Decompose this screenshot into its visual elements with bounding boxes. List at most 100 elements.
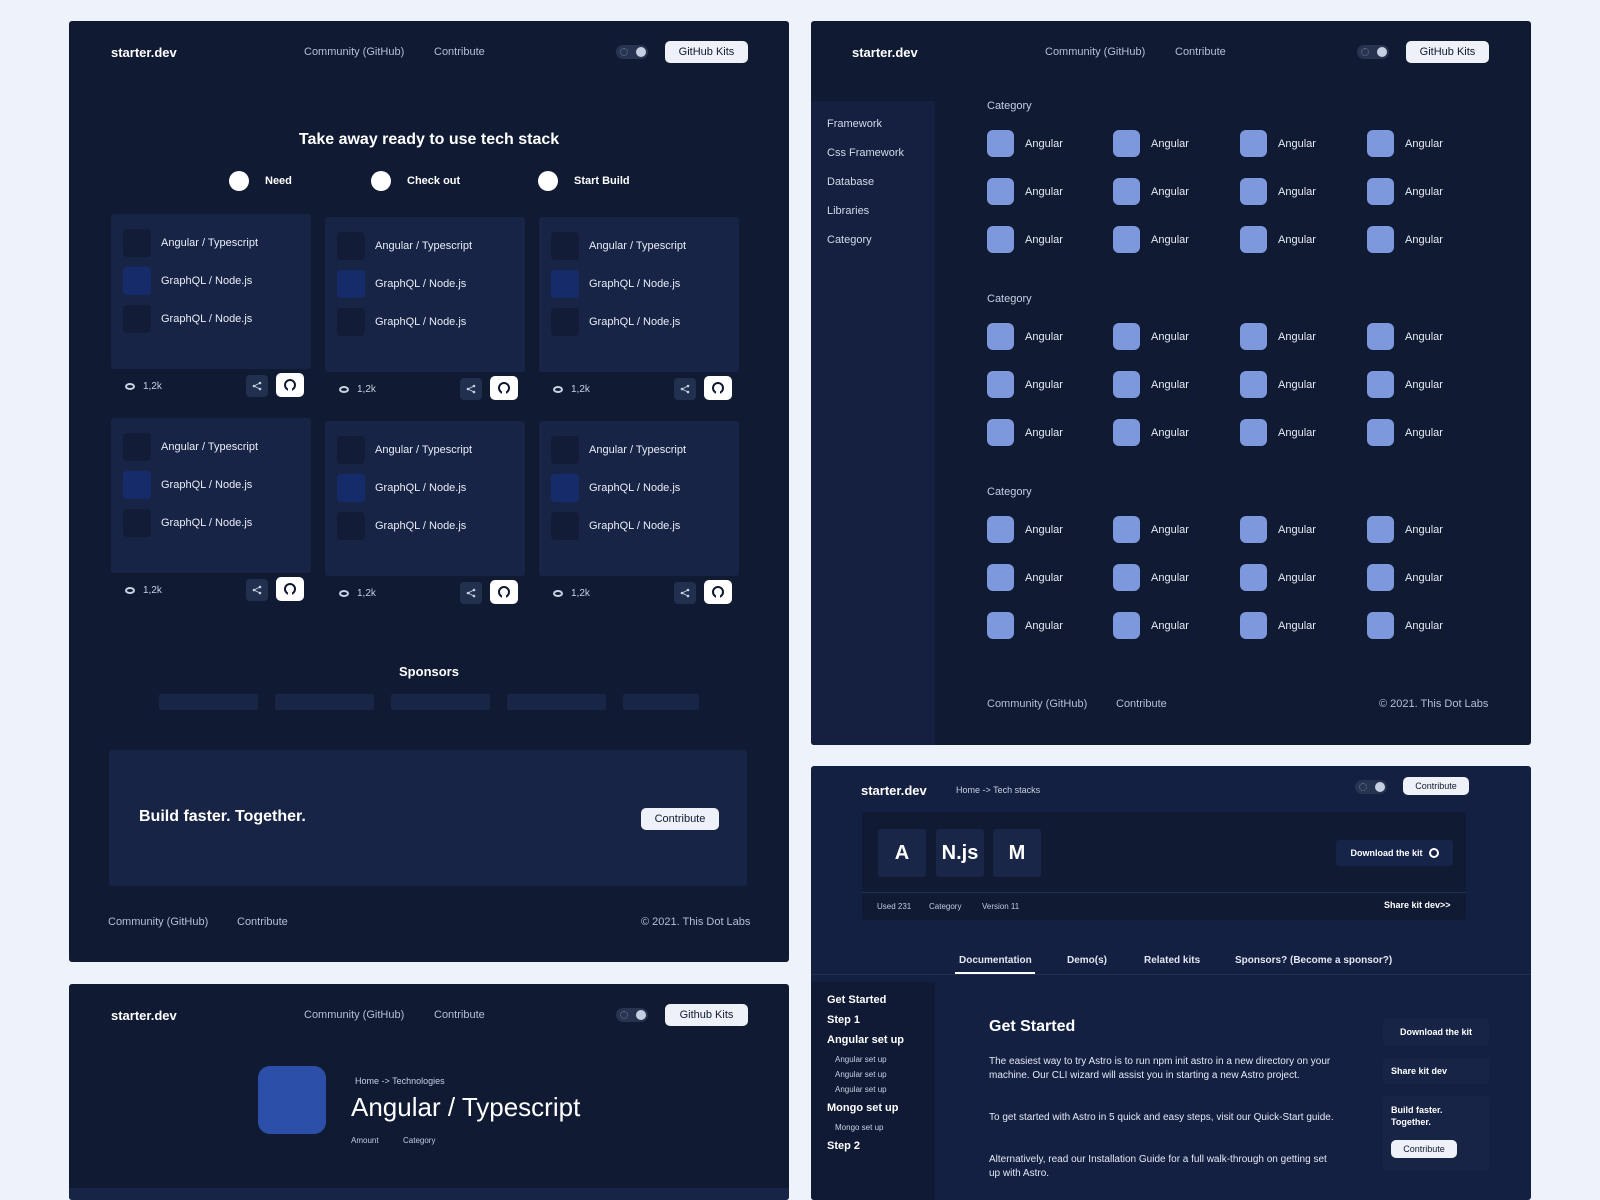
github-kits-button[interactable]: GitHub Kits xyxy=(1406,41,1489,63)
nav-contribute-link[interactable]: Contribute xyxy=(434,46,485,58)
tab-related-kits[interactable]: Related kits xyxy=(1144,955,1200,966)
toc-angular-set-up[interactable]: Angular set up xyxy=(827,1034,904,1046)
nav-contribute-button[interactable]: Contribute xyxy=(1403,777,1469,795)
technology-chip[interactable]: Angular xyxy=(1367,612,1443,639)
github-button[interactable] xyxy=(490,580,518,604)
toc-sub-item[interactable]: Angular set up xyxy=(835,1055,887,1064)
kit-card[interactable]: Angular / Typescript GraphQL / Node.js Gra… xyxy=(111,418,311,573)
sponsor-logo[interactable] xyxy=(159,694,258,710)
logo[interactable]: starter.dev xyxy=(111,45,177,60)
technology-chip[interactable]: Angular xyxy=(1113,371,1189,398)
kit-card[interactable]: Angular / Typescript GraphQL / Node.js Gra… xyxy=(325,217,525,372)
sponsor-logo[interactable] xyxy=(275,694,374,710)
technology-chip[interactable]: Angular xyxy=(1367,130,1443,157)
github-button[interactable] xyxy=(276,373,304,397)
kit-card[interactable]: Angular / Typescript GraphQL / Node.js Gra… xyxy=(539,421,739,576)
footer-contribute-link[interactable]: Contribute xyxy=(1116,698,1167,710)
technology-chip[interactable]: Angular xyxy=(1240,371,1316,398)
technology-chip[interactable]: Angular xyxy=(987,419,1063,446)
logo[interactable]: starter.dev xyxy=(111,1008,177,1023)
technology-chip[interactable]: Angular xyxy=(987,130,1063,157)
kit-card[interactable]: Angular / Typescript GraphQL / Node.js Gra… xyxy=(111,214,311,369)
technology-chip[interactable]: Angular xyxy=(987,612,1063,639)
technology-chip[interactable]: Angular xyxy=(1367,371,1443,398)
github-kits-button[interactable]: Github Kits xyxy=(665,1004,748,1026)
technology-chip[interactable]: Angular xyxy=(1240,323,1316,350)
tab-documentation[interactable]: Documentation xyxy=(959,955,1032,966)
toc-get-started[interactable]: Get Started xyxy=(827,994,886,1006)
technology-chip[interactable]: Angular xyxy=(1367,419,1443,446)
theme-toggle[interactable] xyxy=(616,1008,648,1022)
theme-toggle[interactable] xyxy=(1357,45,1389,59)
technology-chip[interactable]: Angular xyxy=(987,323,1063,350)
nav-community-link[interactable]: Community (GitHub) xyxy=(1045,46,1145,58)
technology-chip[interactable]: Angular xyxy=(1240,130,1316,157)
nav-contribute-link[interactable]: Contribute xyxy=(1175,46,1226,58)
sponsor-logo[interactable] xyxy=(507,694,606,710)
toc-sub-item[interactable]: Mongo set up xyxy=(835,1123,883,1132)
cta-contribute-button[interactable]: Contribute xyxy=(641,808,719,830)
technology-chip[interactable]: Angular xyxy=(1240,419,1316,446)
share-button[interactable] xyxy=(246,375,268,397)
github-kits-button[interactable]: GitHub Kits xyxy=(665,41,748,63)
technology-chip[interactable]: Angular xyxy=(987,516,1063,543)
technology-chip[interactable]: Angular xyxy=(1367,178,1443,205)
sidebar-item-css-framework[interactable]: Css Framework xyxy=(827,147,904,159)
technology-chip[interactable]: Angular xyxy=(1240,564,1316,591)
technology-chip[interactable]: Angular xyxy=(1113,564,1189,591)
nav-community-link[interactable]: Community (GitHub) xyxy=(304,46,404,58)
toc-step-1[interactable]: Step 1 xyxy=(827,1014,860,1026)
share-button[interactable] xyxy=(460,582,482,604)
technology-chip[interactable]: Angular xyxy=(1367,516,1443,543)
toc-sub-item[interactable]: Angular set up xyxy=(835,1070,887,1079)
technology-chip[interactable]: Angular xyxy=(987,564,1063,591)
footer-community-link[interactable]: Community (GitHub) xyxy=(108,916,208,928)
nav-community-link[interactable]: Community (GitHub) xyxy=(304,1009,404,1021)
sidebar-item-libraries[interactable]: Libraries xyxy=(827,205,869,217)
sponsor-logo[interactable] xyxy=(391,694,490,710)
side-download-kit-button[interactable]: Download the kit xyxy=(1383,1019,1489,1045)
sidebar-item-database[interactable]: Database xyxy=(827,176,874,188)
sponsor-logo[interactable] xyxy=(623,694,699,710)
sidebar-item-category[interactable]: Category xyxy=(827,234,872,246)
technology-chip[interactable]: Angular xyxy=(1367,226,1443,253)
theme-toggle[interactable] xyxy=(616,45,648,59)
share-button[interactable] xyxy=(674,582,696,604)
technology-chip[interactable]: Angular xyxy=(1113,226,1189,253)
technology-chip[interactable]: Angular xyxy=(1113,419,1189,446)
breadcrumb[interactable]: Home -> Technologies xyxy=(355,1076,445,1086)
technology-chip[interactable]: Angular xyxy=(1240,612,1316,639)
technology-chip[interactable]: Angular xyxy=(1113,323,1189,350)
nav-contribute-link[interactable]: Contribute xyxy=(434,1009,485,1021)
footer-community-link[interactable]: Community (GitHub) xyxy=(987,698,1087,710)
tab-demos[interactable]: Demo(s) xyxy=(1067,955,1107,966)
github-button[interactable] xyxy=(704,580,732,604)
tech-letter-mongo[interactable]: M xyxy=(993,829,1041,877)
github-button[interactable] xyxy=(704,376,732,400)
kit-card[interactable]: Angular / Typescript GraphQL / Node.js Gra… xyxy=(325,421,525,576)
technology-chip[interactable]: Angular xyxy=(987,371,1063,398)
side-contribute-button[interactable]: Contribute xyxy=(1391,1140,1457,1158)
share-button[interactable] xyxy=(460,378,482,400)
kit-card[interactable]: Angular / Typescript GraphQL / Node.js Gra… xyxy=(539,217,739,372)
technology-chip[interactable]: Angular xyxy=(1240,516,1316,543)
breadcrumb[interactable]: Home -> Tech stacks xyxy=(956,785,1040,795)
technology-chip[interactable]: Angular xyxy=(1113,178,1189,205)
toc-sub-item[interactable]: Angular set up xyxy=(835,1085,887,1094)
github-button[interactable] xyxy=(490,376,518,400)
technology-chip[interactable]: Angular xyxy=(1240,226,1316,253)
technology-chip[interactable]: Angular xyxy=(1113,130,1189,157)
technology-chip[interactable]: Angular xyxy=(987,226,1063,253)
tech-letter-angular[interactable]: A xyxy=(878,829,926,877)
share-button[interactable] xyxy=(674,378,696,400)
download-kit-button[interactable]: Download the kit xyxy=(1336,840,1453,866)
technology-chip[interactable]: Angular xyxy=(1367,564,1443,591)
tech-letter-nodejs[interactable]: N.js xyxy=(936,829,984,877)
toc-mongo-set-up[interactable]: Mongo set up xyxy=(827,1102,899,1114)
technology-chip[interactable]: Angular xyxy=(1367,323,1443,350)
logo[interactable]: starter.dev xyxy=(852,45,918,60)
sidebar-item-framework[interactable]: Framework xyxy=(827,118,882,130)
tab-sponsors[interactable]: Sponsors? (Become a sponsor?) xyxy=(1235,955,1392,966)
footer-contribute-link[interactable]: Contribute xyxy=(237,916,288,928)
technology-chip[interactable]: Angular xyxy=(987,178,1063,205)
